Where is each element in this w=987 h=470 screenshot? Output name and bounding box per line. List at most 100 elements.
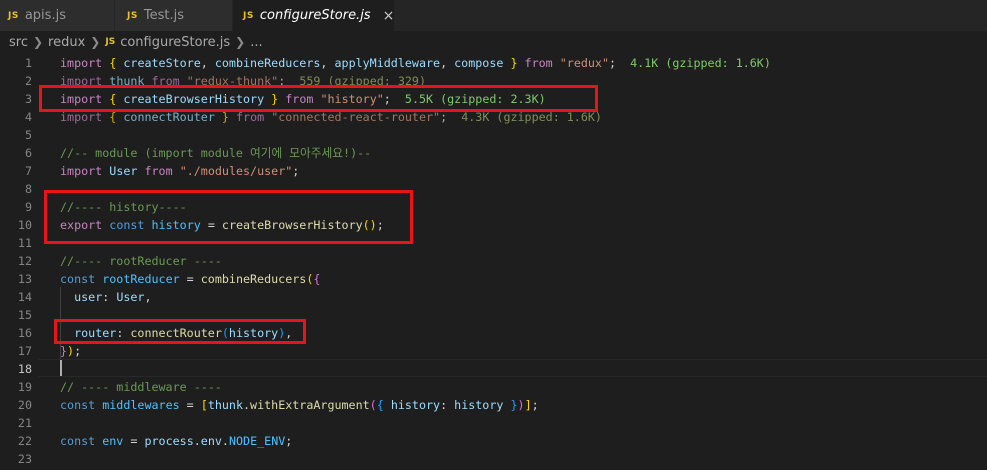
- code-token: =: [179, 398, 201, 412]
- code-token: :: [440, 398, 455, 412]
- code-line[interactable]: 23: [0, 450, 987, 468]
- code-token: .: [193, 434, 201, 448]
- line-number: 5: [24, 128, 32, 142]
- breadcrumb-item-src[interactable]: src: [9, 35, 28, 50]
- line-number: 16: [17, 326, 32, 340]
- code-token: import: [60, 164, 103, 178]
- line-number: 21: [17, 416, 32, 430]
- code-token: "./modules/user": [179, 164, 293, 178]
- line-number: 17: [17, 344, 32, 358]
- code-token: import: [60, 56, 103, 70]
- line-number: 14: [17, 290, 32, 304]
- code-token: applyMiddleware: [334, 56, 441, 70]
- code-line[interactable]: 19 // ---- middleware ----: [0, 378, 987, 396]
- code-token: ,: [200, 56, 215, 70]
- code-token: env: [102, 434, 124, 448]
- code-line[interactable]: 7 import User from "./modules/user";: [0, 162, 987, 180]
- code-token: history: [454, 398, 504, 412]
- code-token: const: [60, 398, 96, 412]
- code-token: const: [60, 434, 96, 448]
- code-line[interactable]: 12 //---- rootReducer ----: [0, 252, 987, 270]
- breadcrumb-item-file[interactable]: configureStore.js: [120, 35, 230, 50]
- code-token: connectRouter: [123, 110, 215, 124]
- tab-label: apis.js: [24, 8, 66, 23]
- line-number: 2: [24, 74, 32, 88]
- code-token: from: [144, 164, 173, 178]
- code-line[interactable]: 6 //-- module (import module 여기에 모아주세요!)-…: [0, 144, 987, 162]
- code-token: =: [123, 434, 145, 448]
- line-number: 20: [17, 398, 32, 412]
- code-line[interactable]: 5: [0, 126, 987, 144]
- code-line[interactable]: 20 const middlewares = [thunk.withExtraAr…: [0, 396, 987, 414]
- code-token: env: [200, 434, 222, 448]
- code-line[interactable]: 18: [0, 360, 987, 378]
- code-token: }: [510, 398, 518, 412]
- tab-label: configureStore.js: [259, 8, 371, 23]
- line-number: 7: [24, 164, 32, 178]
- code-token: thunk: [207, 398, 243, 412]
- chevron-right-icon: ❯: [90, 35, 101, 49]
- code-token: ,: [320, 56, 335, 70]
- code-token: ,: [440, 56, 455, 70]
- breadcrumb-item-symbols[interactable]: ...: [250, 35, 262, 50]
- line-number: 18: [17, 362, 32, 376]
- code-token: history: [390, 398, 441, 412]
- code-text: import { createStore, combineReducers, a…: [60, 54, 771, 72]
- code-line[interactable]: 13 const rootReducer = combineReducers({: [0, 270, 987, 288]
- code-token: }: [510, 56, 518, 70]
- code-token: User: [109, 164, 138, 178]
- editor-tab-bar: JS apis.js JS Test.js JS configureStore.…: [0, 0, 987, 31]
- chevron-right-icon: ❯: [235, 35, 246, 49]
- code-text: });: [60, 342, 81, 360]
- code-token: withExtraArgument: [250, 398, 370, 412]
- code-token: User: [116, 290, 145, 304]
- code-line[interactable]: 22 const env = process.env.NODE_ENV;: [0, 432, 987, 450]
- tab-label: Test.js: [143, 8, 184, 23]
- js-file-icon: JS: [243, 10, 254, 21]
- line-number: 8: [24, 182, 32, 196]
- line-number: 1: [24, 56, 32, 70]
- code-token: ;: [440, 110, 462, 124]
- close-icon[interactable]: ×: [383, 8, 395, 24]
- code-token: import: [60, 110, 103, 124]
- line-number: 4: [24, 110, 32, 124]
- code-token: middlewares: [102, 398, 180, 412]
- code-token: const: [60, 272, 96, 286]
- line-number: 19: [17, 380, 32, 394]
- code-token: 4.1K (gzipped: 1.6K): [630, 56, 771, 70]
- tab-test-js[interactable]: JS Test.js: [115, 0, 233, 31]
- code-line[interactable]: 14 user: User,: [0, 288, 987, 306]
- code-line[interactable]: 21: [0, 414, 987, 432]
- code-text: //-- module (import module 여기에 모아주세요!)--: [60, 144, 371, 162]
- js-file-icon: JS: [8, 10, 19, 21]
- code-token: compose: [454, 56, 504, 70]
- code-token: ,: [144, 290, 152, 304]
- code-token: {: [376, 398, 384, 412]
- line-number: 9: [24, 200, 32, 214]
- code-token: =: [179, 272, 201, 286]
- code-line[interactable]: 1 import { createStore, combineReducers, …: [0, 54, 987, 72]
- line-number: 23: [17, 452, 32, 466]
- code-token: ;: [285, 434, 293, 448]
- code-line[interactable]: 17});: [0, 342, 987, 360]
- highlight-box-history-export: [44, 190, 413, 244]
- tab-configurestore-js[interactable]: JS configureStore.js ×: [233, 0, 395, 31]
- code-token: ]: [524, 398, 532, 412]
- tab-bar-empty-space: [395, 0, 987, 31]
- code-token: combineReducers: [200, 272, 307, 286]
- code-token: //-- module (import module 여기에 모아주세요!)--: [60, 146, 372, 160]
- code-token: [: [200, 398, 208, 412]
- js-file-icon: JS: [127, 10, 138, 21]
- breadcrumb-item-redux[interactable]: redux: [48, 35, 85, 50]
- tab-apis-js[interactable]: JS apis.js: [0, 0, 115, 31]
- code-token: ;: [74, 344, 82, 358]
- code-token: "connected-react-router": [271, 110, 441, 124]
- code-token: "redux": [559, 56, 610, 70]
- code-token: from: [236, 110, 265, 124]
- code-editor[interactable]: 1 import { createStore, combineReducers, …: [0, 53, 987, 470]
